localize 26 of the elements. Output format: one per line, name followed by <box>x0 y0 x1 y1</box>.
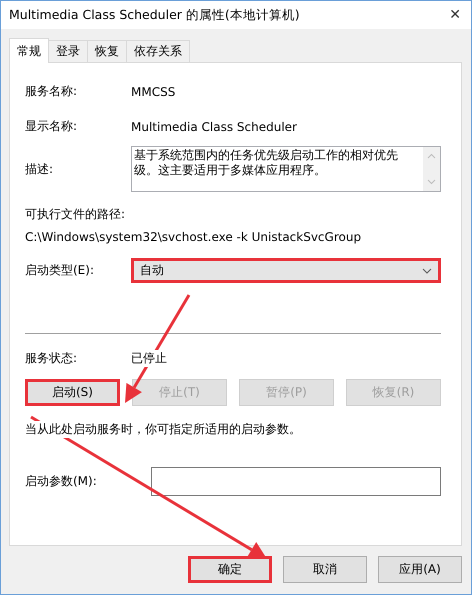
scroll-down-icon[interactable] <box>427 179 436 185</box>
field-label: 服务名称: <box>25 83 78 100</box>
field-value: MMCSS <box>131 84 176 98</box>
dialog-button[interactable]: 取消 <box>283 556 367 583</box>
startup-type-dropdown[interactable]: 自动 <box>131 258 441 283</box>
field-label: 描述: <box>25 160 54 178</box>
tab[interactable]: 依存关系 <box>126 40 190 63</box>
chevron-icon <box>422 268 432 274</box>
field-label: 启动类型(E): <box>25 262 95 279</box>
close-icon[interactable]: ✕ <box>449 7 461 23</box>
field-label: 显示名称: <box>25 118 78 135</box>
tab[interactable]: 常规 <box>9 38 49 63</box>
status-value: 已停止 <box>131 350 167 367</box>
window-title: Multimedia Class Scheduler 的属性(本地计算机) <box>9 6 300 24</box>
field-label: 服务状态: <box>25 350 78 367</box>
field-value: Multimedia Class Scheduler <box>131 120 297 134</box>
parameters-field[interactable] <box>151 467 441 496</box>
field-label: 可执行文件的路径: <box>25 206 126 223</box>
field-label: 启动参数(M): <box>25 473 98 490</box>
scroll-bar[interactable] <box>423 147 440 191</box>
path-text: C:\Windows\system32\svchost.exe -k UnistackSvcGroup <box>25 230 362 244</box>
scroll-up-icon[interactable] <box>427 153 436 159</box>
service-button[interactable]: 启动(S) <box>25 379 120 406</box>
description-box[interactable]: 基于系统范围内的任务优先级启动工作的相对优先级。这主要适用于多媒体应用程序。 <box>131 146 441 192</box>
dialog-button[interactable]: 应用(A) <box>378 556 462 583</box>
dialog-button[interactable]: 确定 <box>188 556 272 583</box>
